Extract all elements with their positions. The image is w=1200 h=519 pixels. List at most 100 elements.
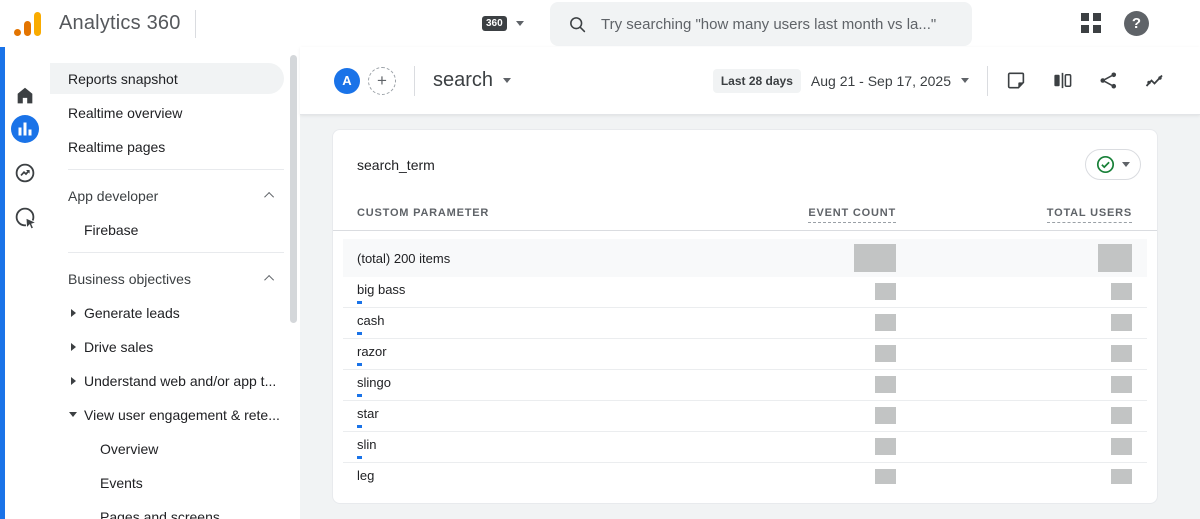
- reports-icon[interactable]: [11, 115, 39, 143]
- expand-arrow-icon[interactable]: [62, 377, 84, 385]
- divider: [68, 169, 284, 170]
- expand-arrow-icon[interactable]: [62, 343, 84, 351]
- nav-item-overview[interactable]: Overview: [50, 433, 300, 464]
- redacted-mini-bar: [357, 301, 362, 304]
- chevron-up-icon: [264, 192, 274, 202]
- insights-icon[interactable]: [1144, 70, 1166, 92]
- chevron-up-icon: [264, 275, 274, 285]
- redacted-mini-bar: [357, 425, 362, 428]
- page-title: search: [433, 69, 493, 92]
- redacted-mini-bar: [357, 332, 362, 335]
- redacted-value: [875, 345, 896, 362]
- nav-item-realtime-pages[interactable]: Realtime pages: [50, 131, 300, 162]
- table-row[interactable]: slingo: [343, 370, 1147, 401]
- divider: [195, 10, 196, 38]
- add-comparison-button[interactable]: +: [368, 67, 396, 95]
- table-row[interactable]: cash: [343, 308, 1147, 339]
- top-app-bar: Analytics 360 360 ?: [0, 0, 1200, 47]
- redacted-value: [854, 244, 896, 272]
- redacted-value: [1111, 345, 1132, 362]
- total-label: (total) 200 items: [357, 251, 716, 266]
- table-row[interactable]: big bass: [343, 277, 1147, 308]
- logo[interactable]: Analytics 360: [14, 10, 196, 38]
- nav-scrollbar[interactable]: [290, 55, 297, 323]
- check-circle-icon: [1096, 155, 1115, 174]
- redacted-value: [875, 314, 896, 331]
- table-row[interactable]: leg: [343, 463, 1147, 484]
- apps-grid-icon[interactable]: [1081, 13, 1101, 33]
- redacted-value: [875, 438, 896, 455]
- redacted-value: [1111, 376, 1132, 393]
- analytics-logo-icon: [14, 11, 41, 36]
- search-input[interactable]: [601, 16, 961, 33]
- redacted-value: [1111, 438, 1132, 455]
- analytics-app: Analytics 360 360 ?: [0, 0, 1200, 519]
- global-search-bar[interactable]: [550, 2, 972, 46]
- account-badge[interactable]: 360: [482, 16, 507, 31]
- nav-item-realtime-overview[interactable]: Realtime overview: [50, 97, 300, 128]
- comparison-avatar[interactable]: A: [334, 68, 360, 94]
- nav-item-understand-traffic[interactable]: Understand web and/or app t...: [50, 365, 300, 396]
- report-header: A + search Last 28 days Aug 21 - Sep 17,…: [300, 47, 1200, 115]
- redacted-value: [875, 283, 896, 300]
- nav-item-reports-snapshot[interactable]: Reports snapshot: [50, 63, 284, 94]
- comparison-icon[interactable]: [1052, 70, 1073, 91]
- divider: [987, 66, 988, 96]
- report-title-dropdown[interactable]: search: [433, 69, 511, 92]
- chevron-down-icon: [961, 78, 969, 83]
- table-total-row: (total) 200 items: [343, 239, 1147, 277]
- column-event-count[interactable]: EVENT COUNT: [808, 207, 896, 223]
- nav-item-view-user-engagement[interactable]: View user engagement & rete...: [50, 399, 300, 430]
- nav-item-generate-leads[interactable]: Generate leads: [50, 297, 300, 328]
- content-area: search_term CUSTOM PARAMETER EVENT COUNT: [300, 115, 1200, 519]
- nav-item-firebase[interactable]: Firebase: [50, 214, 300, 245]
- search-term-card: search_term CUSTOM PARAMETER EVENT COUNT: [332, 129, 1158, 504]
- redacted-mini-bar: [357, 394, 362, 397]
- help-icon[interactable]: ?: [1124, 11, 1149, 36]
- main-content: A + search Last 28 days Aug 21 - Sep 17,…: [300, 47, 1200, 519]
- nav-section-app-developer[interactable]: App developer: [50, 180, 300, 211]
- advertising-icon[interactable]: [13, 205, 39, 236]
- column-custom-parameter: CUSTOM PARAMETER: [357, 207, 489, 219]
- redacted-value: [875, 407, 896, 424]
- search-icon: [568, 15, 587, 34]
- table-row[interactable]: razor: [343, 339, 1147, 370]
- nav-item-drive-sales[interactable]: Drive sales: [50, 331, 300, 362]
- collapse-arrow-icon[interactable]: [62, 412, 84, 417]
- table-row[interactable]: star: [343, 401, 1147, 432]
- left-accent-strip: [0, 47, 5, 519]
- table-row[interactable]: slin: [343, 432, 1147, 463]
- card-title: search_term: [357, 157, 435, 173]
- product-name: Analytics 360: [59, 12, 181, 35]
- table-header-row: CUSTOM PARAMETER EVENT COUNT TOTAL USERS: [333, 195, 1157, 231]
- report-nav-panel: Reports snapshot Realtime overview Realt…: [50, 47, 300, 519]
- note-icon[interactable]: [1006, 70, 1027, 91]
- redacted-value: [875, 376, 896, 393]
- chevron-down-icon: [503, 78, 511, 83]
- divider: [414, 66, 415, 96]
- redacted-value: [1111, 314, 1132, 331]
- share-icon[interactable]: [1098, 70, 1119, 91]
- chevron-down-icon: [1122, 162, 1130, 167]
- redacted-value: [1111, 469, 1132, 484]
- redacted-mini-bar: [357, 363, 362, 366]
- date-preset-chip: Last 28 days: [713, 69, 801, 93]
- expand-arrow-icon[interactable]: [62, 309, 84, 317]
- redacted-mini-bar: [357, 456, 362, 459]
- explore-icon[interactable]: [13, 161, 37, 190]
- date-range-picker[interactable]: Aug 21 - Sep 17, 2025: [811, 73, 969, 89]
- redacted-value: [1111, 407, 1132, 424]
- redacted-value: [1111, 283, 1132, 300]
- redacted-value: [1098, 244, 1132, 272]
- nav-item-pages-and-screens[interactable]: Pages and screens: [50, 501, 300, 519]
- table-body: big bass cash razor: [343, 277, 1147, 484]
- divider: [68, 252, 284, 253]
- column-total-users[interactable]: TOTAL USERS: [1047, 207, 1132, 223]
- nav-section-business-objectives[interactable]: Business objectives: [50, 263, 300, 294]
- nav-item-events[interactable]: Events: [50, 467, 300, 498]
- icon-rail: [0, 47, 50, 519]
- data-quality-button[interactable]: [1085, 149, 1141, 180]
- account-chevron-down-icon[interactable]: [516, 21, 524, 26]
- redacted-value: [875, 469, 896, 484]
- home-icon[interactable]: [14, 85, 36, 112]
